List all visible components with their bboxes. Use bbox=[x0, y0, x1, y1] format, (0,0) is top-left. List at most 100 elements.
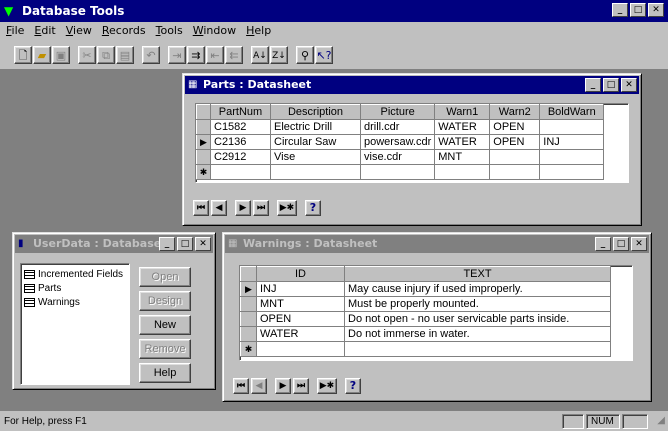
column-header[interactable]: PartNum bbox=[210, 104, 271, 120]
cell[interactable]: vise.cdr bbox=[359, 149, 436, 165]
help-icon[interactable]: ? bbox=[305, 200, 321, 216]
new-record-icon[interactable]: ▶✱ bbox=[277, 200, 297, 216]
menu-records[interactable]: Records bbox=[98, 22, 152, 40]
save-icon[interactable]: ▣ bbox=[52, 45, 70, 64]
close-button[interactable]: ✕ bbox=[648, 3, 664, 17]
cell[interactable]: MNT bbox=[256, 296, 345, 312]
new-record-icon[interactable]: ▶✱ bbox=[317, 378, 337, 394]
last-record-icon[interactable]: ⏭ bbox=[293, 378, 309, 394]
list-item[interactable]: Incremented Fields bbox=[24, 267, 126, 281]
column-header[interactable]: Warn1 bbox=[434, 104, 491, 120]
sort-ascending-icon[interactable]: A↓ bbox=[251, 45, 269, 64]
next-record-icon[interactable]: ▶ bbox=[235, 200, 251, 216]
current-row-icon[interactable]: ▶ bbox=[240, 281, 257, 297]
cell[interactable]: Vise bbox=[270, 149, 361, 165]
table-row[interactable]: WATER Do not immerse in water. bbox=[240, 326, 611, 342]
current-row-icon[interactable]: ▶ bbox=[196, 134, 211, 150]
help-icon[interactable]: ? bbox=[345, 378, 361, 394]
cell[interactable]: May cause injury if used improperly. bbox=[344, 281, 611, 297]
cell[interactable]: WATER bbox=[434, 134, 491, 150]
cell[interactable] bbox=[270, 164, 361, 180]
cell[interactable] bbox=[539, 149, 605, 165]
new-record-row[interactable]: ✱ bbox=[196, 164, 605, 180]
prev-record-icon[interactable]: ◀ bbox=[251, 378, 267, 394]
column-header[interactable]: Picture bbox=[359, 104, 436, 120]
userdata-minimize-button[interactable]: _ bbox=[159, 237, 175, 251]
sort-descending-icon[interactable]: Z↓ bbox=[270, 45, 288, 64]
userdata-close-button[interactable]: ✕ bbox=[195, 237, 211, 251]
column-header[interactable]: Warn2 bbox=[489, 104, 541, 120]
table-row[interactable]: MNT Must be properly mounted. bbox=[240, 296, 611, 312]
cell[interactable]: OPEN bbox=[489, 134, 541, 150]
cell[interactable] bbox=[489, 164, 541, 180]
insert-col-icon[interactable]: ⇉ bbox=[187, 45, 205, 64]
cell[interactable]: C2912 bbox=[210, 149, 271, 165]
cell[interactable]: WATER bbox=[434, 119, 491, 135]
table-row[interactable]: C2912 Vise vise.cdr MNT bbox=[196, 149, 605, 165]
cell[interactable]: Circular Saw bbox=[270, 134, 361, 150]
column-header[interactable]: Description bbox=[270, 104, 361, 120]
cell[interactable]: Electric Drill bbox=[270, 119, 361, 135]
row-selector[interactable] bbox=[196, 149, 211, 165]
cut-icon[interactable]: ✂ bbox=[78, 45, 96, 64]
table-row[interactable]: ▶ INJ May cause injury if used improperl… bbox=[240, 281, 611, 297]
row-selector[interactable] bbox=[240, 311, 257, 327]
remove-button[interactable]: Remove bbox=[139, 339, 191, 359]
maximize-button[interactable]: □ bbox=[630, 3, 646, 17]
cell[interactable] bbox=[539, 119, 605, 135]
design-button[interactable]: Design bbox=[139, 291, 191, 311]
cell[interactable]: C2136 bbox=[210, 134, 271, 150]
first-record-icon[interactable]: ⏮ bbox=[233, 378, 249, 394]
userdata-maximize-button[interactable]: □ bbox=[177, 237, 193, 251]
list-item[interactable]: Parts bbox=[24, 281, 126, 295]
insert-row-icon[interactable]: ⇥ bbox=[168, 45, 186, 64]
cell[interactable]: drill.cdr bbox=[359, 119, 436, 135]
cell[interactable]: Do not open - no user servicable parts i… bbox=[344, 311, 611, 327]
list-item[interactable]: Warnings bbox=[24, 295, 126, 309]
new-record-row[interactable]: ✱ bbox=[240, 341, 611, 357]
cell[interactable] bbox=[539, 164, 605, 180]
row-selector[interactable] bbox=[240, 326, 257, 342]
menu-tools[interactable]: Tools bbox=[152, 22, 189, 40]
new-button[interactable]: New bbox=[139, 315, 191, 335]
prev-record-icon[interactable]: ◀ bbox=[211, 200, 227, 216]
menu-window[interactable]: Window bbox=[189, 22, 242, 40]
cell[interactable]: Do not immerse in water. bbox=[344, 326, 611, 342]
warnings-minimize-button[interactable]: _ bbox=[595, 237, 611, 251]
cell[interactable]: powersaw.cdr bbox=[359, 134, 436, 150]
cell[interactable] bbox=[359, 164, 436, 180]
cell[interactable]: INJ bbox=[539, 134, 605, 150]
cell[interactable]: WATER bbox=[256, 326, 345, 342]
parts-close-button[interactable]: ✕ bbox=[621, 78, 637, 92]
minimize-button[interactable]: _ bbox=[612, 3, 628, 17]
cell[interactable] bbox=[256, 341, 345, 357]
warnings-maximize-button[interactable]: □ bbox=[613, 237, 629, 251]
column-header[interactable]: ID bbox=[256, 266, 345, 282]
parts-minimize-button[interactable]: _ bbox=[585, 78, 601, 92]
table-row[interactable]: ▶ C2136 Circular Saw powersaw.cdr WATER … bbox=[196, 134, 605, 150]
warnings-close-button[interactable]: ✕ bbox=[631, 237, 647, 251]
new-row-icon[interactable]: ✱ bbox=[196, 164, 211, 180]
cell[interactable] bbox=[210, 164, 271, 180]
next-record-icon[interactable]: ▶ bbox=[275, 378, 291, 394]
table-row[interactable]: OPEN Do not open - no user servicable pa… bbox=[240, 311, 611, 327]
undo-icon[interactable]: ↶ bbox=[142, 45, 160, 64]
cell[interactable]: OPEN bbox=[489, 119, 541, 135]
first-record-icon[interactable]: ⏮ bbox=[193, 200, 209, 216]
menu-view[interactable]: View bbox=[62, 22, 98, 40]
cell[interactable]: MNT bbox=[434, 149, 491, 165]
resize-grip-icon[interactable]: ◢ bbox=[657, 415, 665, 426]
delete-col-icon[interactable]: ⇇ bbox=[225, 45, 243, 64]
column-header[interactable]: TEXT bbox=[344, 266, 611, 282]
open-button[interactable]: Open bbox=[139, 267, 191, 287]
cell[interactable]: Must be properly mounted. bbox=[344, 296, 611, 312]
copy-icon[interactable]: ⧉ bbox=[97, 45, 115, 64]
cell[interactable] bbox=[489, 149, 541, 165]
open-folder-icon[interactable]: ▰ bbox=[33, 45, 51, 64]
cell[interactable]: INJ bbox=[256, 281, 345, 297]
cell[interactable] bbox=[434, 164, 491, 180]
find-icon[interactable]: ⚲ bbox=[296, 45, 314, 64]
cell[interactable] bbox=[344, 341, 611, 357]
new-file-icon[interactable]: 🗋 bbox=[14, 45, 32, 64]
row-selector[interactable] bbox=[240, 296, 257, 312]
